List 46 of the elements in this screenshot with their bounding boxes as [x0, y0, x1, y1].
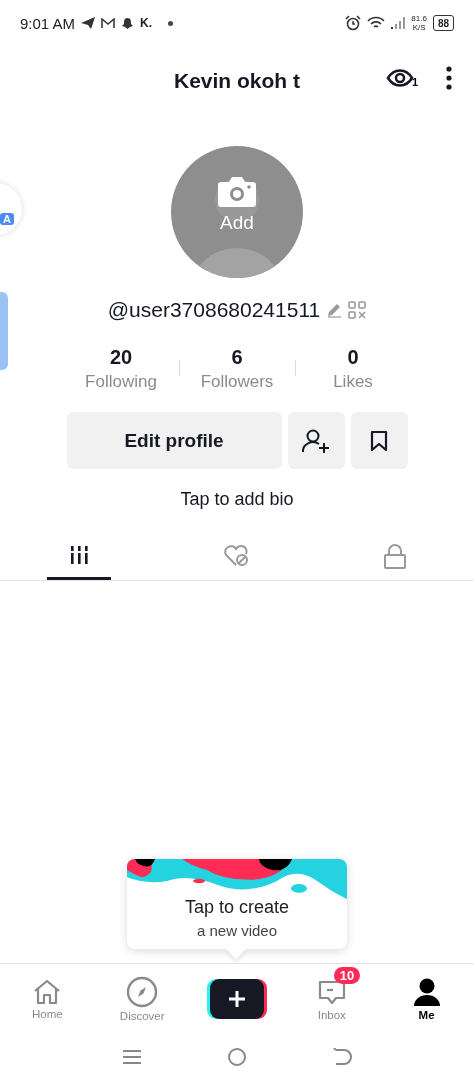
person-icon	[412, 977, 441, 1007]
wifi-icon	[367, 16, 386, 30]
alarm-icon	[345, 15, 362, 31]
status-time: 9:01 AM	[20, 14, 76, 32]
speed-unit: K/S	[412, 23, 426, 32]
hidden-heart-icon	[223, 544, 251, 568]
mail-icon	[101, 17, 116, 29]
stat-label: Following	[85, 372, 157, 392]
tooltip-subtitle: a new video	[196, 922, 278, 939]
bookmark-button[interactable]	[350, 412, 408, 469]
tooltip-title: Tap to create	[184, 897, 290, 918]
qr-code-icon[interactable]	[348, 301, 367, 319]
menu-icon[interactable]	[122, 1049, 143, 1065]
side-handle[interactable]	[0, 292, 8, 370]
stat-count: 20	[109, 346, 133, 369]
add-friend-button[interactable]	[287, 412, 345, 469]
notification-label: K.	[140, 16, 153, 30]
nav-tab[interactable]: Home	[32, 978, 63, 1020]
send-icon	[81, 17, 96, 29]
pencil-icon[interactable]	[326, 302, 343, 318]
nav-tab[interactable]: Me	[412, 977, 441, 1021]
compass-icon	[126, 976, 159, 1008]
back-icon[interactable]	[331, 1048, 352, 1066]
stat-label: Followers	[200, 372, 274, 392]
ghost-icon	[121, 16, 135, 30]
add-person-icon	[302, 427, 330, 454]
stat-count: 0	[347, 346, 359, 369]
battery-indicator: 88	[432, 15, 454, 31]
edit-profile-button[interactable]: Edit profile	[66, 412, 282, 469]
create-button[interactable]	[207, 979, 267, 1019]
username: @user3708680241511	[107, 298, 321, 322]
camera-icon	[217, 176, 257, 208]
bookmark-icon	[370, 429, 388, 452]
dot-icon	[168, 20, 174, 26]
more-icon[interactable]	[446, 66, 452, 90]
home-button-icon[interactable]	[227, 1047, 247, 1067]
nav-tab[interactable]: Discover	[119, 976, 165, 1022]
speed-value: 81.6	[411, 14, 427, 23]
stat-label: Likes	[333, 372, 373, 392]
unread-count: 10	[333, 967, 361, 984]
stat-count: 6	[231, 346, 243, 369]
lock-icon	[383, 544, 407, 570]
grid-icon	[68, 544, 90, 566]
signal-icon	[391, 17, 406, 29]
profile-name: Kevin okoh t	[174, 69, 300, 93]
bio-prompt[interactable]: Tap to add bio	[0, 489, 474, 510]
